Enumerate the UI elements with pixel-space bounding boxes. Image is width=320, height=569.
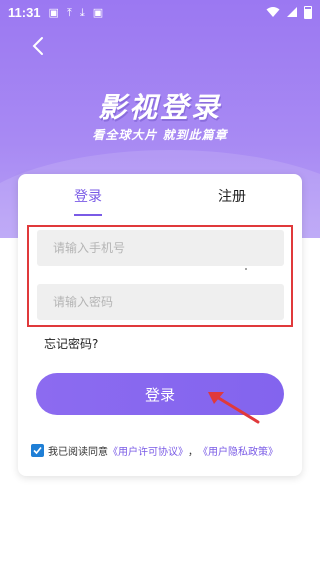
system-icons	[266, 5, 312, 19]
battery-icon	[304, 5, 312, 19]
tab-login[interactable]: 登录	[74, 186, 102, 206]
status-time: 11:31	[8, 4, 41, 20]
privacy-policy-link[interactable]: 《用户隐私政策》	[198, 443, 278, 458]
forgot-password-link[interactable]: 忘记密码?	[44, 335, 98, 352]
password-input[interactable]	[37, 284, 284, 320]
tab-register[interactable]: 注册	[218, 186, 246, 206]
user-agreement-link[interactable]: 《用户许可协议》	[108, 443, 188, 458]
upload-icon: ⤒	[66, 5, 72, 19]
wifi-icon	[266, 7, 280, 17]
annotation-arrow-icon	[208, 392, 260, 424]
check-icon	[33, 446, 42, 455]
active-tab-indicator	[74, 214, 102, 216]
agreement-row: 我已阅读同意 《用户许可协议》 ， 《用户隐私政策》	[31, 443, 278, 458]
text-icon: ▣	[92, 5, 104, 19]
notification-icons: ▣ ⤒ ⤓ ▣	[49, 7, 104, 18]
signal-icon	[287, 7, 297, 17]
phone-input[interactable]	[37, 230, 284, 266]
photo-icon: ▣	[48, 5, 59, 19]
chevron-left-icon	[32, 37, 43, 55]
agreement-separator: ，	[188, 447, 198, 458]
auth-tabs: 登录 注册	[18, 174, 302, 220]
page-title: 影视登录	[97, 91, 222, 124]
download-icon: ⤓	[79, 5, 85, 19]
status-bar: 11:31 ▣ ⤒ ⤓ ▣	[0, 0, 320, 24]
agreement-checkbox[interactable]	[31, 444, 44, 457]
agreement-prefix: 我已阅读同意	[48, 447, 108, 458]
back-button[interactable]	[26, 32, 50, 60]
page-subtitle: 看全球大片 就到此篇章	[92, 128, 228, 142]
dot-mark	[245, 268, 247, 270]
